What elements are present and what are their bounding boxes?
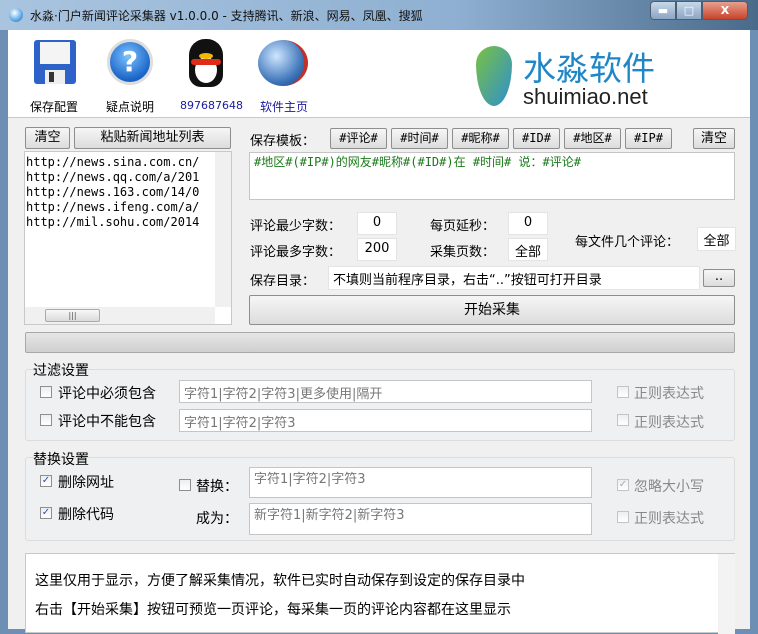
homepage-link[interactable]: 软件主页 [252,36,322,114]
progress-bar [25,332,735,353]
pages-label: 采集页数： [430,245,496,260]
save-config-button[interactable]: 保存配置 [25,36,85,114]
question-mark-icon: ? [107,39,153,85]
clear-template-button[interactable]: 清空 [693,128,735,149]
url-list-textarea[interactable]: http://news.sina.com.cn/ http://news.qq.… [24,151,232,325]
not-contain-regex-label: 正则表达式 [634,415,704,431]
not-contain-checkbox[interactable] [40,414,52,426]
logo-domain: shuimiao.net [523,84,648,109]
tag-region-button[interactable]: #地区# [564,128,621,149]
qq-penguin-icon [189,39,223,87]
ignore-case-checkbox[interactable]: ✓ [617,479,629,491]
tag-time-button[interactable]: #时间# [391,128,448,149]
must-contain-label: 评论中必须包含 [58,386,156,402]
close-button[interactable]: X [702,1,748,20]
paste-urls-button[interactable]: 粘贴新闻地址列表 [74,127,231,149]
window-title: 水淼·门户新闻评论采集器 v1.0.0.0 - 支持腾讯、新浪、网易、凤凰、搜狐 [30,9,423,23]
qq-link[interactable]: 897687648 [175,36,245,112]
delete-code-label: 删除代码 [58,507,114,523]
tag-nickname-button[interactable]: #昵称# [452,128,509,149]
template-label: 保存模板： [250,134,316,149]
per-file-label: 每文件几个评论： [575,235,680,250]
filter-title: 过滤设置 [33,363,89,379]
url-item: http://news.sina.com.cn/ [26,155,200,169]
logo-text: 水淼软件 [523,49,655,88]
save-dir-input[interactable]: 不填则当前程序目录，右击“..”按钮可打开目录 [328,266,700,290]
url-item: http://news.qq.com/a/201 [26,170,200,184]
max-chars-label: 评论最多字数： [250,245,342,260]
min-chars-input[interactable]: 0 [357,212,397,235]
replace-regex-checkbox[interactable] [617,511,629,523]
must-contain-regex-label: 正则表达式 [634,386,704,402]
help-button[interactable]: ? 疑点说明 [100,36,160,114]
clear-urls-button[interactable]: 清空 [25,127,70,149]
pages-input[interactable]: 全部 [508,238,548,261]
replace-title: 替换设置 [33,452,89,468]
log-line: 这里仅用于显示，方便了解采集情况，软件已实时自动保存到设定的保存目录中 [35,573,525,589]
delete-url-label: 删除网址 [58,475,114,491]
log-line: 右击【开始采集】按钮可预览一页评论，每采集一页的评论内容都在这里显示 [35,602,511,618]
horizontal-scrollbar[interactable]: ||| [25,307,215,324]
must-contain-input[interactable]: 字符1|字符2|字符3|更多使用|隔开 [179,380,592,403]
ignore-case-label: 忽略大小写 [634,479,704,495]
tag-id-button[interactable]: #ID# [513,128,560,149]
floppy-disk-icon [34,40,76,84]
homepage-label: 软件主页 [260,100,309,114]
save-config-label: 保存配置 [30,100,79,114]
replace-input[interactable]: 字符1|字符2|字符3 [249,467,592,498]
url-item: http://news.163.com/14/0 [26,185,200,199]
globe-icon [258,40,308,86]
qq-number[interactable]: 897687648 [180,99,243,112]
app-icon [9,8,23,22]
browse-dir-button[interactable]: .. [703,269,735,287]
start-collect-button[interactable]: 开始采集 [249,295,735,325]
min-chars-label: 评论最少字数： [250,219,342,234]
log-output[interactable]: 这里仅用于显示，方便了解采集情况，软件已实时自动保存到设定的保存目录中 右击【开… [25,553,735,634]
not-contain-regex-checkbox[interactable] [617,414,629,426]
replace-regex-label: 正则表达式 [634,511,704,527]
tag-ip-button[interactable]: #IP# [625,128,672,149]
not-contain-label: 评论中不能包含 [58,414,156,430]
max-chars-input[interactable]: 200 [357,238,397,261]
replace-to-label: 成为： [196,511,238,527]
per-file-input[interactable]: 全部 [697,227,736,251]
delay-label: 每页延秒： [430,219,496,234]
url-item: http://mil.sohu.com/2014 [26,215,200,229]
save-dir-label: 保存目录： [250,274,316,289]
template-textarea[interactable]: #地区#(#IP#)的网友#昵称#(#ID#)在 #时间# 说：#评论# [249,152,735,200]
replace-label: 替换： [196,479,238,495]
log-scrollbar[interactable] [718,554,735,634]
minimize-button[interactable]: ▬ [650,1,676,20]
delete-code-checkbox[interactable]: ✓ [40,507,52,519]
vertical-scrollbar[interactable] [215,152,231,307]
url-item: http://news.ifeng.com/a/ [26,200,200,214]
maximize-button[interactable]: □ [676,1,702,20]
not-contain-input[interactable]: 字符1|字符2|字符3 [179,409,592,432]
help-label: 疑点说明 [106,100,155,114]
must-contain-regex-checkbox[interactable] [617,386,629,398]
replace-to-input[interactable]: 新字符1|新字符2|新字符3 [249,503,592,535]
replace-checkbox[interactable] [179,479,191,491]
delay-input[interactable]: 0 [508,212,548,235]
tag-comment-button[interactable]: #评论# [330,128,387,149]
delete-url-checkbox[interactable]: ✓ [40,475,52,487]
must-contain-checkbox[interactable] [40,386,52,398]
